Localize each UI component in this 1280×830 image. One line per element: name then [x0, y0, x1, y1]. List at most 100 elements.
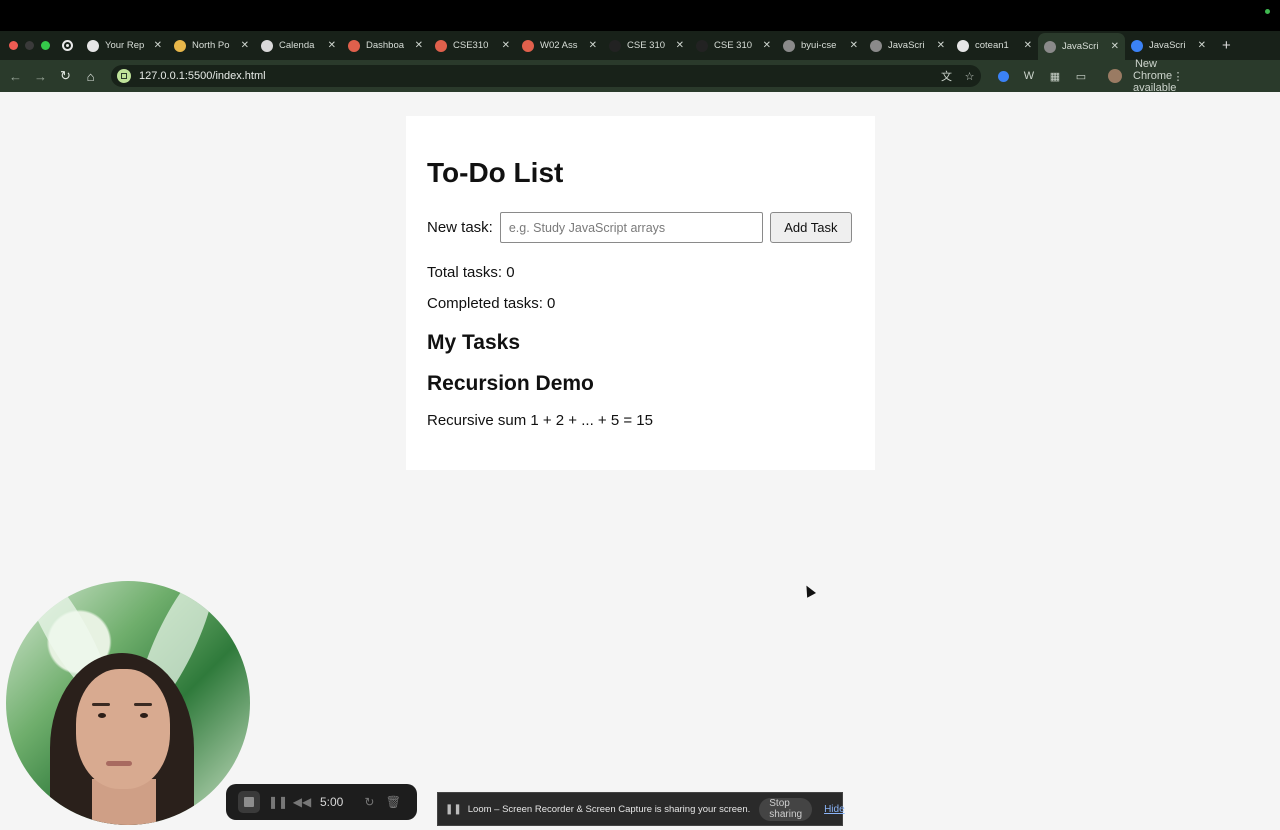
browser-tab[interactable]: JavaScri ✕: [1038, 33, 1125, 60]
close-tab-icon[interactable]: ✕: [502, 40, 510, 51]
page-icon: [609, 39, 621, 52]
new-tab-button[interactable]: +: [1222, 37, 1231, 54]
forward-icon[interactable]: →: [28, 69, 53, 84]
restart-icon[interactable]: ↻: [357, 795, 381, 809]
add-task-button[interactable]: Add Task: [769, 212, 852, 243]
w-extension-icon[interactable]: W: [1016, 70, 1042, 82]
tab-title: JavaScri: [888, 40, 925, 51]
browser-tab[interactable]: JavaScri ✕: [864, 34, 951, 58]
tab-title: Your Rep: [105, 40, 145, 51]
eye: [140, 713, 148, 718]
globe-icon: [783, 39, 795, 52]
stop-sharing-button[interactable]: Stop sharing: [759, 797, 813, 821]
recording-icon: [62, 40, 73, 51]
extension-icon[interactable]: [998, 70, 1009, 82]
close-tab-icon[interactable]: ✕: [589, 40, 597, 51]
minimize-window-button[interactable]: [25, 41, 34, 50]
tab-title: CSE 310: [627, 40, 666, 51]
browser-tab[interactable]: CSE 310 ✕: [603, 34, 690, 58]
stop-recording-button[interactable]: [238, 791, 260, 813]
screen-share-bar: ❚❚ Loom – Screen Recorder & Screen Captu…: [437, 792, 845, 826]
github-icon: [87, 39, 99, 52]
eyebrow: [134, 703, 152, 706]
browser-tab[interactable]: North Po ✕: [168, 34, 255, 58]
person-face: [76, 669, 170, 789]
close-tab-icon[interactable]: ✕: [937, 40, 945, 51]
extensions-area: W ▦ ▭ New Chrome available ⋮: [991, 58, 1191, 94]
sharing-message: Loom – Screen Recorder & Screen Capture …: [467, 803, 751, 815]
close-tab-icon[interactable]: ✕: [763, 40, 771, 51]
reload-icon[interactable]: ↻: [53, 68, 78, 84]
globe-icon: [870, 39, 882, 52]
close-tab-icon[interactable]: ✕: [850, 40, 858, 51]
total-tasks-text: Total tasks: 0: [427, 264, 515, 281]
close-tab-icon[interactable]: ✕: [241, 40, 249, 51]
maximize-window-button[interactable]: [41, 41, 50, 50]
back-icon[interactable]: ←: [3, 69, 28, 84]
translate-icon[interactable]: 文: [935, 68, 958, 84]
bookmark-star-icon[interactable]: ☆: [958, 70, 981, 83]
site-info-icon[interactable]: [117, 69, 131, 83]
drag-handle-icon[interactable]: ❚❚: [445, 804, 462, 815]
browser-tab[interactable]: CSE 310 ✕: [690, 34, 777, 58]
url-text[interactable]: 127.0.0.1:5500/index.html: [139, 70, 935, 82]
tab-title: North Po: [192, 40, 230, 51]
my-tasks-heading: My Tasks: [427, 331, 520, 354]
mouth: [106, 761, 132, 766]
browser-tab[interactable]: cotean1 ✕: [951, 34, 1038, 58]
new-task-input[interactable]: [499, 212, 763, 243]
canvas-icon: [348, 39, 360, 52]
browser-tab[interactable]: W02 Ass ✕: [516, 34, 603, 58]
page-icon: [696, 39, 708, 52]
tab-title: CSE 310: [714, 40, 753, 51]
close-tab-icon[interactable]: ✕: [1198, 40, 1206, 51]
address-bar[interactable]: 127.0.0.1:5500/index.html 文 ☆: [111, 65, 981, 87]
tab-title: JavaScri: [1062, 41, 1099, 52]
chrome-icon: [1131, 39, 1143, 52]
browser-tab[interactable]: Calenda ✕: [255, 34, 342, 58]
eyebrow: [92, 703, 110, 706]
recursion-heading: Recursion Demo: [427, 372, 594, 395]
browser-toolbar: ← → ↻ ⌂ 127.0.0.1:5500/index.html 文 ☆ W …: [0, 58, 1280, 94]
update-chip[interactable]: New Chrome available: [1133, 58, 1176, 94]
close-tab-icon[interactable]: ✕: [1111, 41, 1119, 52]
recursion-result: Recursive sum 1 + 2 + ... + 5 = 15: [427, 412, 653, 429]
new-task-row: New task: Add Task: [427, 212, 854, 243]
close-tab-icon[interactable]: ✕: [154, 40, 162, 51]
close-tab-icon[interactable]: ✕: [415, 40, 423, 51]
browser-tab[interactable]: Dashboa ✕: [342, 34, 429, 58]
puzzle-icon[interactable]: ▦: [1042, 70, 1068, 83]
home-icon[interactable]: ⌂: [78, 69, 103, 84]
browser-tab[interactable]: byui-cse ✕: [777, 34, 864, 58]
tab-title: Calenda: [279, 40, 315, 51]
stop-icon: [244, 797, 254, 807]
tab-title: byui-cse: [801, 40, 837, 51]
menu-kebab-icon[interactable]: ⋮: [1165, 70, 1191, 83]
tab-title: W02 Ass: [540, 40, 578, 51]
window-controls: [0, 41, 62, 50]
close-tab-icon[interactable]: ✕: [328, 40, 336, 51]
hide-link[interactable]: Hide: [824, 804, 845, 815]
browser-tab[interactable]: JavaScri ✕: [1125, 34, 1212, 58]
close-tab-icon[interactable]: ✕: [1024, 40, 1032, 51]
todo-card: To-Do List New task: Add Task Total task…: [406, 116, 875, 470]
trash-icon[interactable]: 🗑: [381, 795, 405, 809]
tab-title: JavaScri: [1149, 40, 1186, 51]
tab-title: cotean1: [975, 40, 1009, 51]
docs-icon: [174, 39, 186, 52]
browser-tab[interactable]: CSE310 ✕: [429, 34, 516, 58]
side-panel-icon[interactable]: ▭: [1068, 70, 1094, 83]
rewind-icon[interactable]: ◀◀: [290, 795, 314, 809]
profile-avatar[interactable]: [1108, 69, 1122, 83]
pause-icon[interactable]: ❚❚: [266, 795, 290, 809]
new-task-label: New task:: [427, 219, 493, 236]
canvas-icon: [435, 39, 447, 52]
tab-strip: Your Rep ✕ North Po ✕ Calenda ✕ Dashboa ✕ CSE310…: [0, 31, 1280, 60]
webcam-bubble[interactable]: [6, 581, 250, 825]
completed-tasks-text: Completed tasks: 0: [427, 295, 556, 312]
browser-tab[interactable]: Your Rep ✕: [81, 34, 168, 58]
tab-title: Dashboa: [366, 40, 405, 51]
close-tab-icon[interactable]: ✕: [676, 40, 684, 51]
loom-controls: ❚❚ ◀◀ 5:00 ↻ 🗑: [226, 784, 417, 820]
close-window-button[interactable]: [9, 41, 18, 50]
